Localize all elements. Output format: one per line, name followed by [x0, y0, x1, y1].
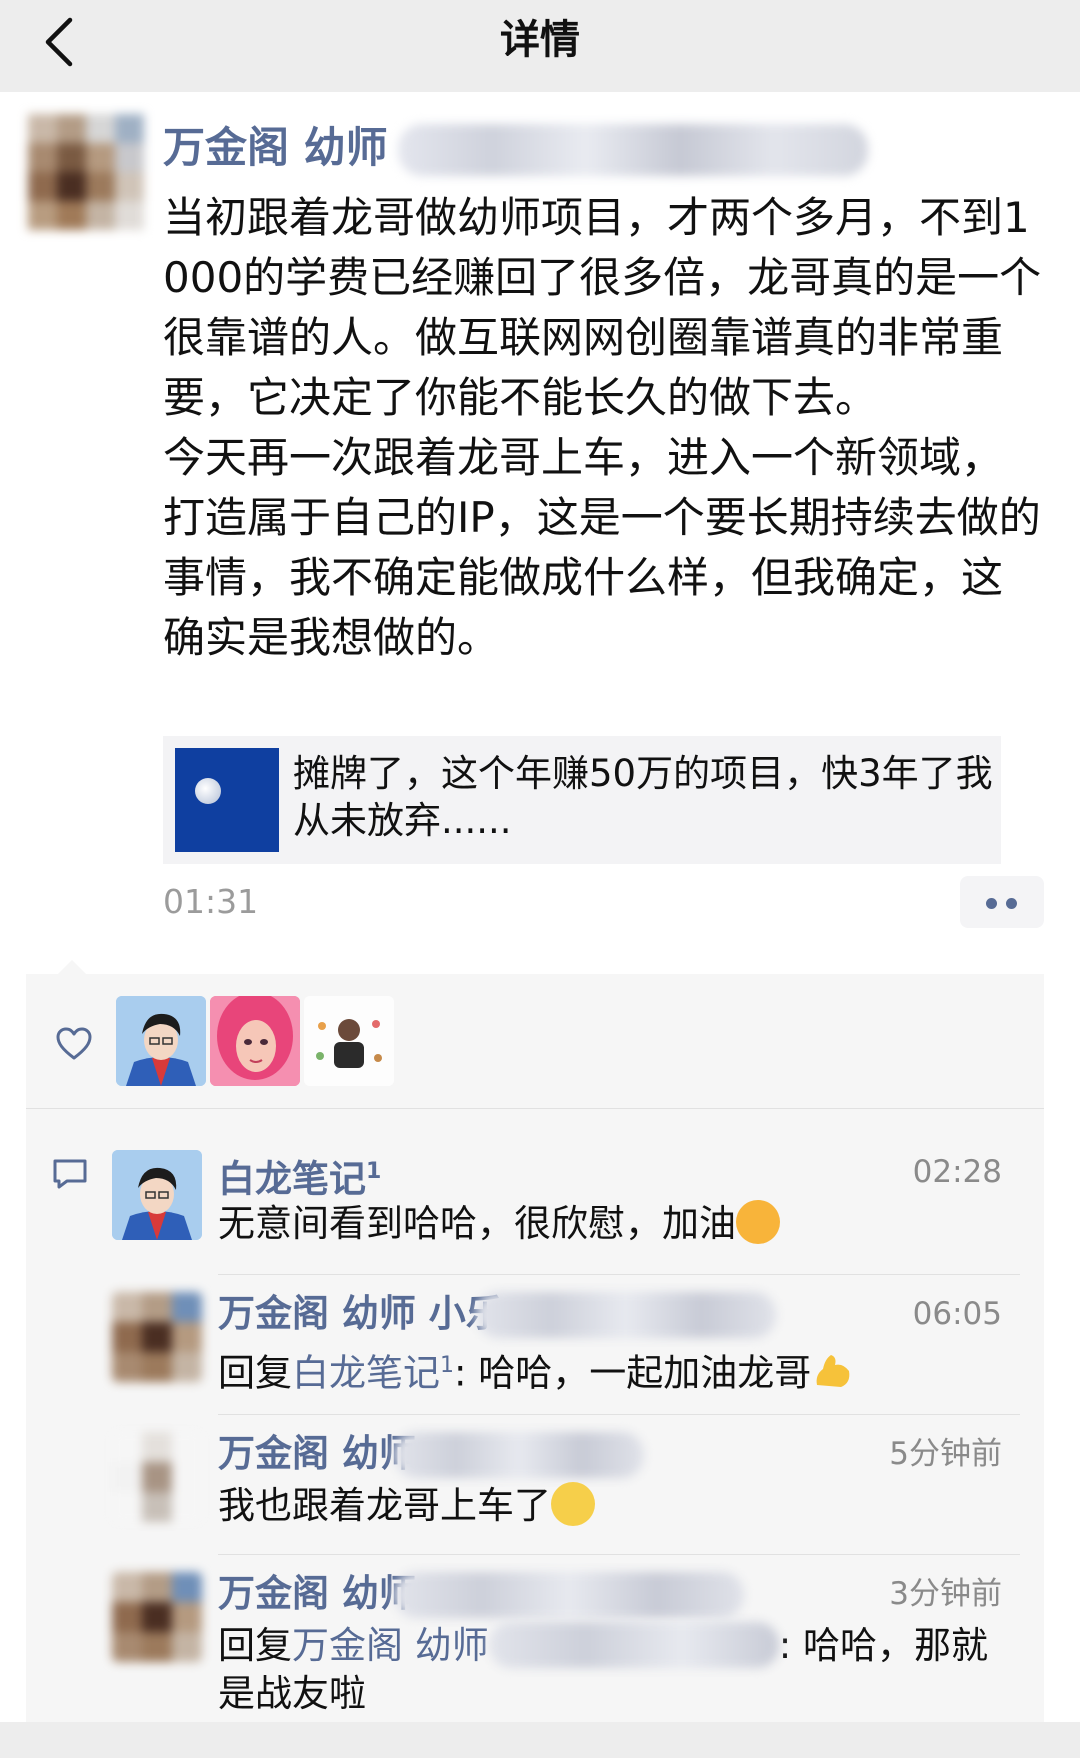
liker-avatar-3[interactable] — [304, 996, 394, 1086]
comment-time: 3分钟前 — [889, 1576, 1002, 1612]
liker-avatar-2[interactable] — [210, 996, 300, 1086]
divider — [218, 1274, 1020, 1275]
moon-icon — [195, 778, 221, 804]
commenter-name[interactable]: 万金阁 幼师 — [218, 1568, 416, 1620]
top-bar: 详情 — [0, 0, 1080, 92]
divider — [218, 1414, 1020, 1415]
heart-icon — [56, 1027, 92, 1060]
commenter-avatar[interactable] — [112, 1150, 202, 1240]
comment-time: 02:28 — [912, 1154, 1002, 1190]
comment-text: 无意间看到哈哈，很欣慰，加油 — [218, 1200, 1018, 1248]
commenter-avatar[interactable] — [112, 1292, 202, 1382]
comment-text: 回复万金阁 幼师: 哈哈，那就 — [218, 1622, 988, 1668]
commenter-name[interactable]: 白龙笔记1 — [218, 1146, 381, 1205]
shared-link-card[interactable]: 摊牌了，这个年赚50万的项目，快3年了我从未放弃...... — [163, 736, 1001, 864]
interaction-panel: 白龙笔记1 02:28 无意间看到哈哈，很欣慰，加油 万金阁 幼师 小乐 06:… — [26, 960, 1044, 1758]
commenter-name[interactable]: 万金阁 幼师 小乐 — [218, 1288, 503, 1340]
commenter-avatar[interactable] — [112, 1432, 202, 1522]
divider — [218, 1554, 1020, 1555]
comment-text: 回复白龙笔记1: 哈哈，一起加油龙哥 — [218, 1342, 1018, 1397]
commenter-avatar[interactable] — [112, 1572, 202, 1662]
comment-time: 06:05 — [912, 1296, 1002, 1332]
divider — [26, 1108, 1044, 1109]
redacted-name — [394, 1432, 644, 1478]
redacted-name — [398, 124, 868, 176]
bottom-bar — [0, 1722, 1080, 1758]
post-time: 01:31 — [163, 882, 259, 921]
link-title: 摊牌了，这个年赚50万的项目，快3年了我从未放弃...... — [293, 752, 993, 842]
more-dots-icon[interactable] — [960, 876, 1044, 928]
redacted-name — [488, 1622, 779, 1668]
flexed-biceps-emoji — [811, 1349, 855, 1393]
commenter-name[interactable]: 万金阁 幼师 — [218, 1428, 416, 1480]
page-title: 详情 — [500, 17, 580, 63]
post-body-text: 当初跟着龙哥做幼师项目，才两个多月，不到1000的学费已经赚回了很多倍，龙哥真的… — [163, 193, 1042, 662]
thinking-face-emoji — [551, 1482, 595, 1526]
comment-icon — [53, 1159, 87, 1189]
comment-time: 5分钟前 — [889, 1436, 1002, 1472]
link-thumbnail — [175, 748, 279, 852]
comment-text: 是战友啦 — [218, 1672, 366, 1715]
post-author-avatar[interactable] — [28, 114, 144, 230]
redacted-name — [476, 1292, 776, 1338]
liker-avatar-1[interactable] — [116, 996, 206, 1086]
comment-text: 我也跟着龙哥上车了 — [218, 1482, 1018, 1530]
post-author-name[interactable]: 万金阁 幼师 — [163, 118, 388, 178]
redacted-name — [394, 1572, 744, 1618]
fist-face-emoji — [736, 1200, 780, 1244]
